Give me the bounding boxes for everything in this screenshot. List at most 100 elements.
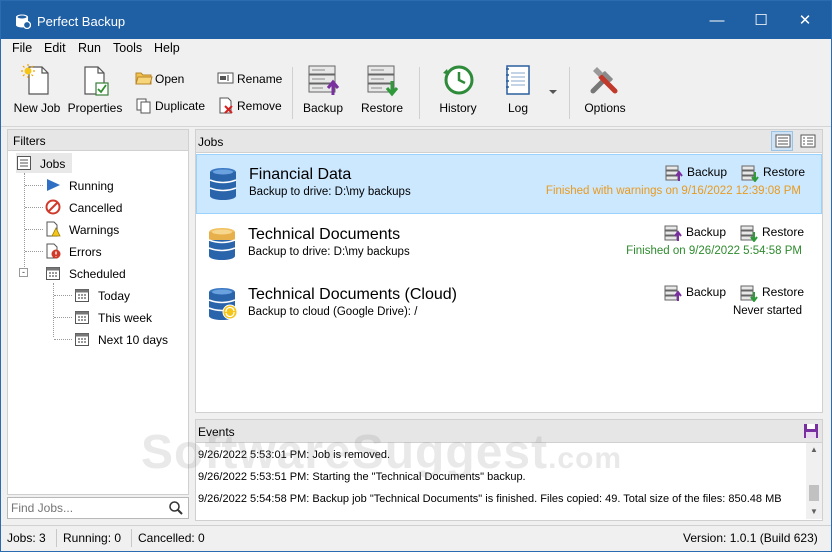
- open-button[interactable]: Open: [135, 69, 205, 89]
- tree-item-jobs[interactable]: Jobs: [16, 153, 72, 173]
- status-version: Version: 1.0.1 (Build 623): [683, 531, 818, 545]
- database-icon: [208, 228, 236, 260]
- tree-item-next-10-days[interactable]: Next 10 days: [74, 329, 184, 349]
- status-jobs-count: Jobs: 3: [7, 531, 46, 545]
- tree-item-label: Errors: [69, 245, 102, 259]
- jobs-list: Financial Data Backup to drive: D:\my ba…: [195, 153, 823, 413]
- options-label: Options: [584, 101, 626, 115]
- tree-item-scheduled[interactable]: Scheduled: [45, 263, 145, 283]
- remove-button[interactable]: Remove: [217, 96, 287, 116]
- tree-item-label: This week: [98, 311, 153, 325]
- backup-label: Backup: [302, 101, 344, 115]
- scrollbar-thumb[interactable]: [809, 485, 819, 501]
- log-label: Log: [507, 101, 529, 115]
- find-jobs-box: [7, 497, 189, 519]
- rename-icon: [217, 72, 234, 84]
- restore-server-icon: [740, 225, 758, 242]
- history-button[interactable]: History: [435, 63, 481, 115]
- search-icon[interactable]: [169, 501, 183, 515]
- restore-link-label: Restore: [763, 165, 806, 179]
- tree-connector: [54, 295, 72, 296]
- menu-run[interactable]: Run: [78, 41, 101, 55]
- calendar-icon: [75, 333, 89, 346]
- tree-item-errors[interactable]: Errors: [45, 241, 145, 261]
- events-header: Events: [195, 419, 823, 443]
- app-window: Perfect Backup — ☐ ✕ File Edit Run Tools…: [0, 0, 832, 552]
- close-button[interactable]: ✕: [783, 7, 827, 35]
- log-button[interactable]: Log: [501, 63, 535, 115]
- tree-item-cancelled[interactable]: Cancelled: [45, 197, 145, 217]
- job-item-technical-documents[interactable]: Technical Documents Backup to drive: D:\…: [196, 215, 822, 275]
- status-running-count: Running: 0: [63, 531, 122, 545]
- log-dropdown-chevron-icon[interactable]: [548, 89, 558, 95]
- jobs-header: Jobs: [195, 129, 823, 153]
- maximize-button[interactable]: ☐: [739, 7, 783, 35]
- tree-connector: [25, 251, 43, 252]
- save-icon[interactable]: [803, 423, 819, 439]
- list-view-icon: [775, 134, 791, 148]
- scroll-up-arrow-icon[interactable]: ▲: [806, 443, 822, 457]
- tree-collapse-toggle[interactable]: -: [19, 268, 28, 277]
- new-job-button[interactable]: New Job: [11, 63, 63, 115]
- minimize-button[interactable]: —: [695, 7, 739, 35]
- restore-server-icon: [741, 165, 759, 182]
- status-separator: [131, 529, 132, 547]
- job-item-financial-data[interactable]: Financial Data Backup to drive: D:\my ba…: [196, 154, 822, 214]
- events-scrollbar[interactable]: ▲ ▼: [806, 443, 822, 519]
- scroll-down-arrow-icon[interactable]: ▼: [806, 505, 822, 519]
- options-button[interactable]: Options: [583, 63, 627, 115]
- tree-connector: [53, 283, 54, 337]
- list-view-button[interactable]: [771, 131, 793, 151]
- menu-file[interactable]: File: [12, 41, 32, 55]
- tree-item-label: Warnings: [69, 223, 120, 237]
- duplicate-button[interactable]: Duplicate: [135, 96, 215, 116]
- new-job-label: New Job: [13, 101, 61, 115]
- remove-label: Remove: [237, 99, 282, 113]
- tree-item-this-week[interactable]: This week: [74, 307, 174, 327]
- job-item-technical-documents-cloud[interactable]: Technical Documents (Cloud) Backup to cl…: [196, 275, 822, 335]
- tree-item-label: Scheduled: [69, 267, 126, 281]
- title-bar: Perfect Backup — ☐ ✕: [1, 1, 831, 39]
- backup-button[interactable]: Backup: [301, 63, 345, 115]
- duplicate-icon: [136, 98, 151, 114]
- detail-view-button[interactable]: [797, 131, 819, 151]
- play-icon: [47, 179, 60, 191]
- filters-tree: Jobs Running Cancelled Warnings Errors -…: [7, 151, 189, 495]
- menu-help[interactable]: Help: [154, 41, 180, 55]
- rename-button[interactable]: Rename: [217, 69, 287, 89]
- events-log: 9/26/2022 5:53:01 PM: Job is removed. 9/…: [195, 443, 823, 521]
- find-jobs-input[interactable]: [11, 500, 161, 516]
- menu-edit[interactable]: Edit: [44, 41, 66, 55]
- duplicate-label: Duplicate: [155, 99, 206, 113]
- status-bar: Jobs: 3 Running: 0 Cancelled: 0 Version:…: [1, 525, 831, 551]
- tools-options-icon: [590, 67, 618, 94]
- tree-item-warnings[interactable]: Warnings: [45, 219, 145, 239]
- history-clock-icon: [443, 65, 474, 95]
- properties-button[interactable]: Properties: [67, 63, 123, 115]
- warning-document-icon: [46, 221, 61, 237]
- status-cancelled-count: Cancelled: 0: [138, 531, 205, 545]
- tree-connector: [24, 173, 25, 273]
- toolbar: New Job Properties Open Duplicate Rename…: [1, 59, 831, 127]
- cloud-database-icon: [208, 288, 238, 320]
- history-label: History: [439, 101, 477, 115]
- job-name: Financial Data: [249, 166, 352, 183]
- server-restore-icon: [367, 65, 399, 97]
- toolbar-separator: [419, 67, 420, 119]
- tree-item-today[interactable]: Today: [74, 285, 174, 305]
- job-name: Technical Documents: [248, 226, 401, 243]
- new-document-icon: [21, 64, 49, 95]
- restore-button[interactable]: Restore: [359, 63, 405, 115]
- tree-item-label: Next 10 days: [98, 333, 169, 347]
- backup-server-icon: [665, 165, 683, 181]
- log-notebook-icon: [506, 65, 530, 95]
- backup-link-label: Backup: [686, 225, 727, 239]
- tree-item-running[interactable]: Running: [45, 175, 145, 195]
- event-row: 9/26/2022 5:53:51 PM: Starting the "Tech…: [198, 471, 526, 483]
- toolbar-separator: [569, 67, 570, 119]
- menu-tools[interactable]: Tools: [113, 41, 142, 55]
- filters-title: Filters: [13, 134, 46, 148]
- calendar-icon: [75, 311, 89, 324]
- job-status: Finished on 9/26/2022 5:54:58 PM: [626, 245, 802, 257]
- properties-label: Properties: [67, 101, 123, 115]
